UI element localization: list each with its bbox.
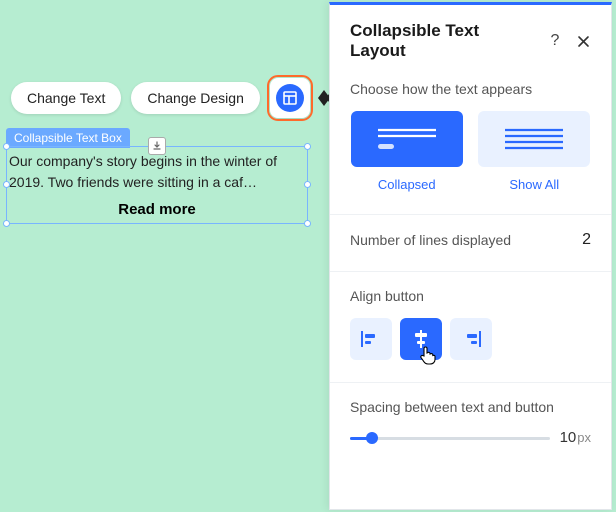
change-text-button[interactable]: Change Text [11,82,121,114]
lines-label: Number of lines displayed [350,232,511,248]
align-left-icon [360,329,382,349]
align-label: Align button [350,288,591,304]
layout-panel: Collapsible Text Layout ? Choose how the… [329,2,612,510]
section-label: Choose how the text appears [350,81,591,97]
close-icon [577,35,590,48]
spacing-slider[interactable] [350,430,550,446]
slider-track [350,437,550,440]
spacing-readout: 10px [560,429,591,447]
section-display-mode: Choose how the text appears Collapsed [330,75,611,214]
panel-title: Collapsible Text Layout [350,21,537,61]
slider-thumb[interactable] [366,432,378,444]
resize-handle[interactable] [3,143,10,150]
mode-collapsed[interactable]: Collapsed [350,111,464,192]
mode-showall[interactable]: Show All [478,111,592,192]
resize-handle[interactable] [3,220,10,227]
spacing-label: Spacing between text and button [350,399,591,415]
align-center-icon [410,329,432,349]
resize-handle[interactable] [304,143,311,150]
question-icon: ? [551,32,560,50]
align-right-icon [460,329,482,349]
section-lines: Number of lines displayed 2 [330,214,611,271]
align-center-button[interactable] [400,318,442,360]
change-design-button[interactable]: Change Design [131,82,260,114]
resize-handle[interactable] [304,220,311,227]
align-right-button[interactable] [450,318,492,360]
mode-collapsed-preview [351,111,463,167]
panel-header: Collapsible Text Layout ? [330,5,611,75]
align-left-button[interactable] [350,318,392,360]
close-button[interactable] [573,31,593,51]
mode-showall-preview [478,111,590,167]
layout-icon [276,84,304,112]
help-button[interactable]: ? [545,31,565,51]
read-more-button[interactable]: Read more [7,201,307,218]
drag-handle-icon[interactable] [148,137,166,155]
resize-handle[interactable] [3,181,10,188]
layout-button[interactable] [270,78,310,118]
lines-value[interactable]: 2 [582,231,591,249]
spacing-unit: px [577,430,591,445]
editor-canvas: Change Text Change Design Collapsible Te… [0,0,616,512]
mode-showall-label: Show All [509,177,559,192]
collapsible-text-widget[interactable]: Our company's story begins in the winter… [6,146,308,224]
widget-badge: Collapsible Text Box [6,128,130,148]
mode-collapsed-label: Collapsed [378,177,436,192]
widget-toolbar: Change Text Change Design [11,78,340,118]
section-align: Align button [330,271,611,382]
resize-handle[interactable] [304,181,311,188]
section-spacing: Spacing between text and button 10px [330,382,611,469]
spacing-value: 10 [560,429,577,446]
